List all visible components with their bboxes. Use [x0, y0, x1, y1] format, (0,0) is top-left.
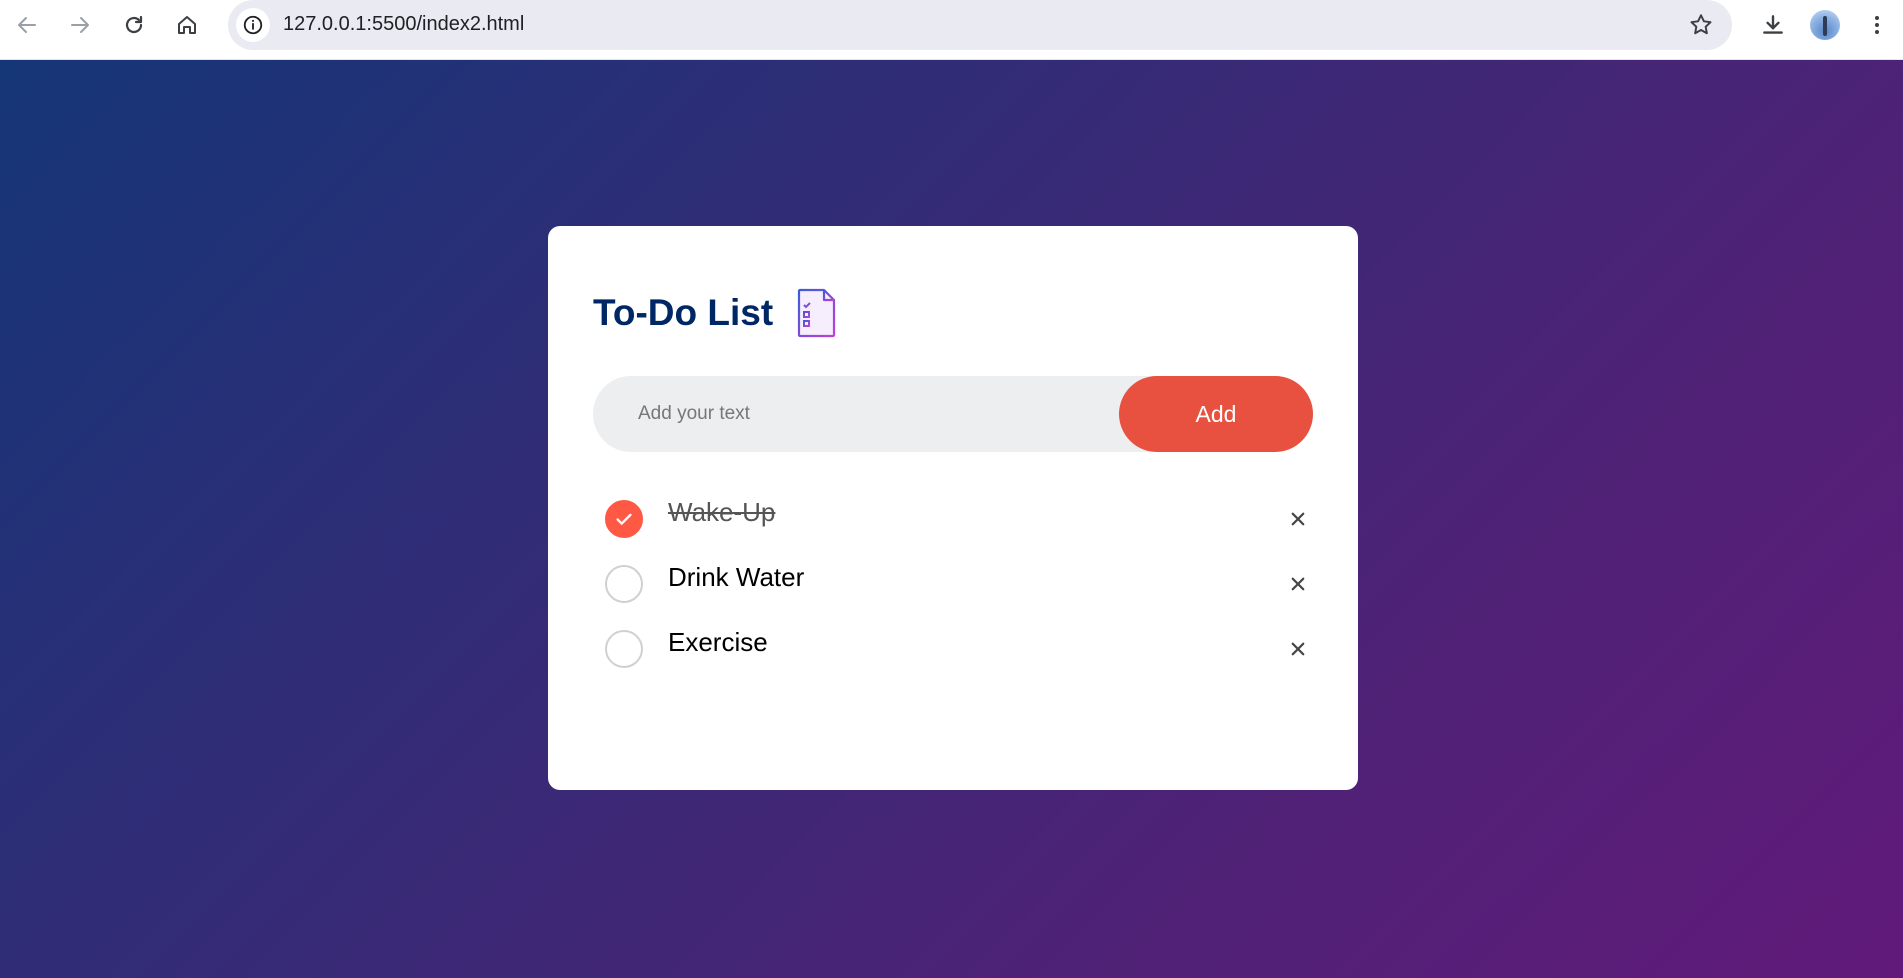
- reload-icon[interactable]: [115, 8, 153, 42]
- task-input[interactable]: [593, 376, 1113, 452]
- address-bar[interactable]: 127.0.0.1:5500/index2.html: [228, 0, 1732, 50]
- task-item[interactable]: Exercise: [605, 618, 1315, 683]
- task-item[interactable]: Drink Water: [605, 553, 1315, 618]
- title-text: To-Do List: [593, 292, 774, 333]
- back-icon[interactable]: [8, 8, 46, 42]
- close-icon[interactable]: [1281, 567, 1315, 601]
- task-label[interactable]: Wake-Up: [668, 497, 775, 528]
- checklist-document-icon: [798, 288, 836, 338]
- url-text[interactable]: 127.0.0.1:5500/index2.html: [283, 13, 524, 36]
- profile-avatar[interactable]: [1810, 10, 1840, 40]
- bookmark-star-icon[interactable]: [1688, 12, 1714, 38]
- checkbox-unchecked[interactable]: [605, 630, 643, 668]
- checkbox-checked[interactable]: [605, 500, 643, 538]
- menu-icon[interactable]: [1860, 8, 1894, 42]
- app-title: To-Do List: [593, 288, 837, 338]
- task-label[interactable]: Drink Water: [668, 562, 804, 593]
- browser-toolbar: 127.0.0.1:5500/index2.html: [0, 0, 1903, 60]
- checkbox-unchecked[interactable]: [605, 565, 643, 603]
- home-icon[interactable]: [168, 8, 206, 42]
- download-icon[interactable]: [1756, 8, 1790, 42]
- task-item[interactable]: Wake-Up: [605, 488, 1315, 553]
- input-row: Add: [593, 376, 1313, 452]
- forward-icon[interactable]: [61, 8, 99, 42]
- task-list: Wake-Up Drink Water Exercise: [605, 488, 1315, 683]
- task-label[interactable]: Exercise: [668, 627, 768, 658]
- close-icon[interactable]: [1281, 632, 1315, 666]
- add-button[interactable]: Add: [1119, 376, 1313, 452]
- close-icon[interactable]: [1281, 502, 1315, 536]
- todo-card: To-Do List Add your text Add Wake-Up Dri…: [548, 226, 1358, 790]
- page-background: To-Do List Add your text Add Wake-Up Dri…: [0, 60, 1903, 978]
- site-info-icon[interactable]: [236, 8, 270, 42]
- checkmark-icon: [616, 513, 632, 525]
